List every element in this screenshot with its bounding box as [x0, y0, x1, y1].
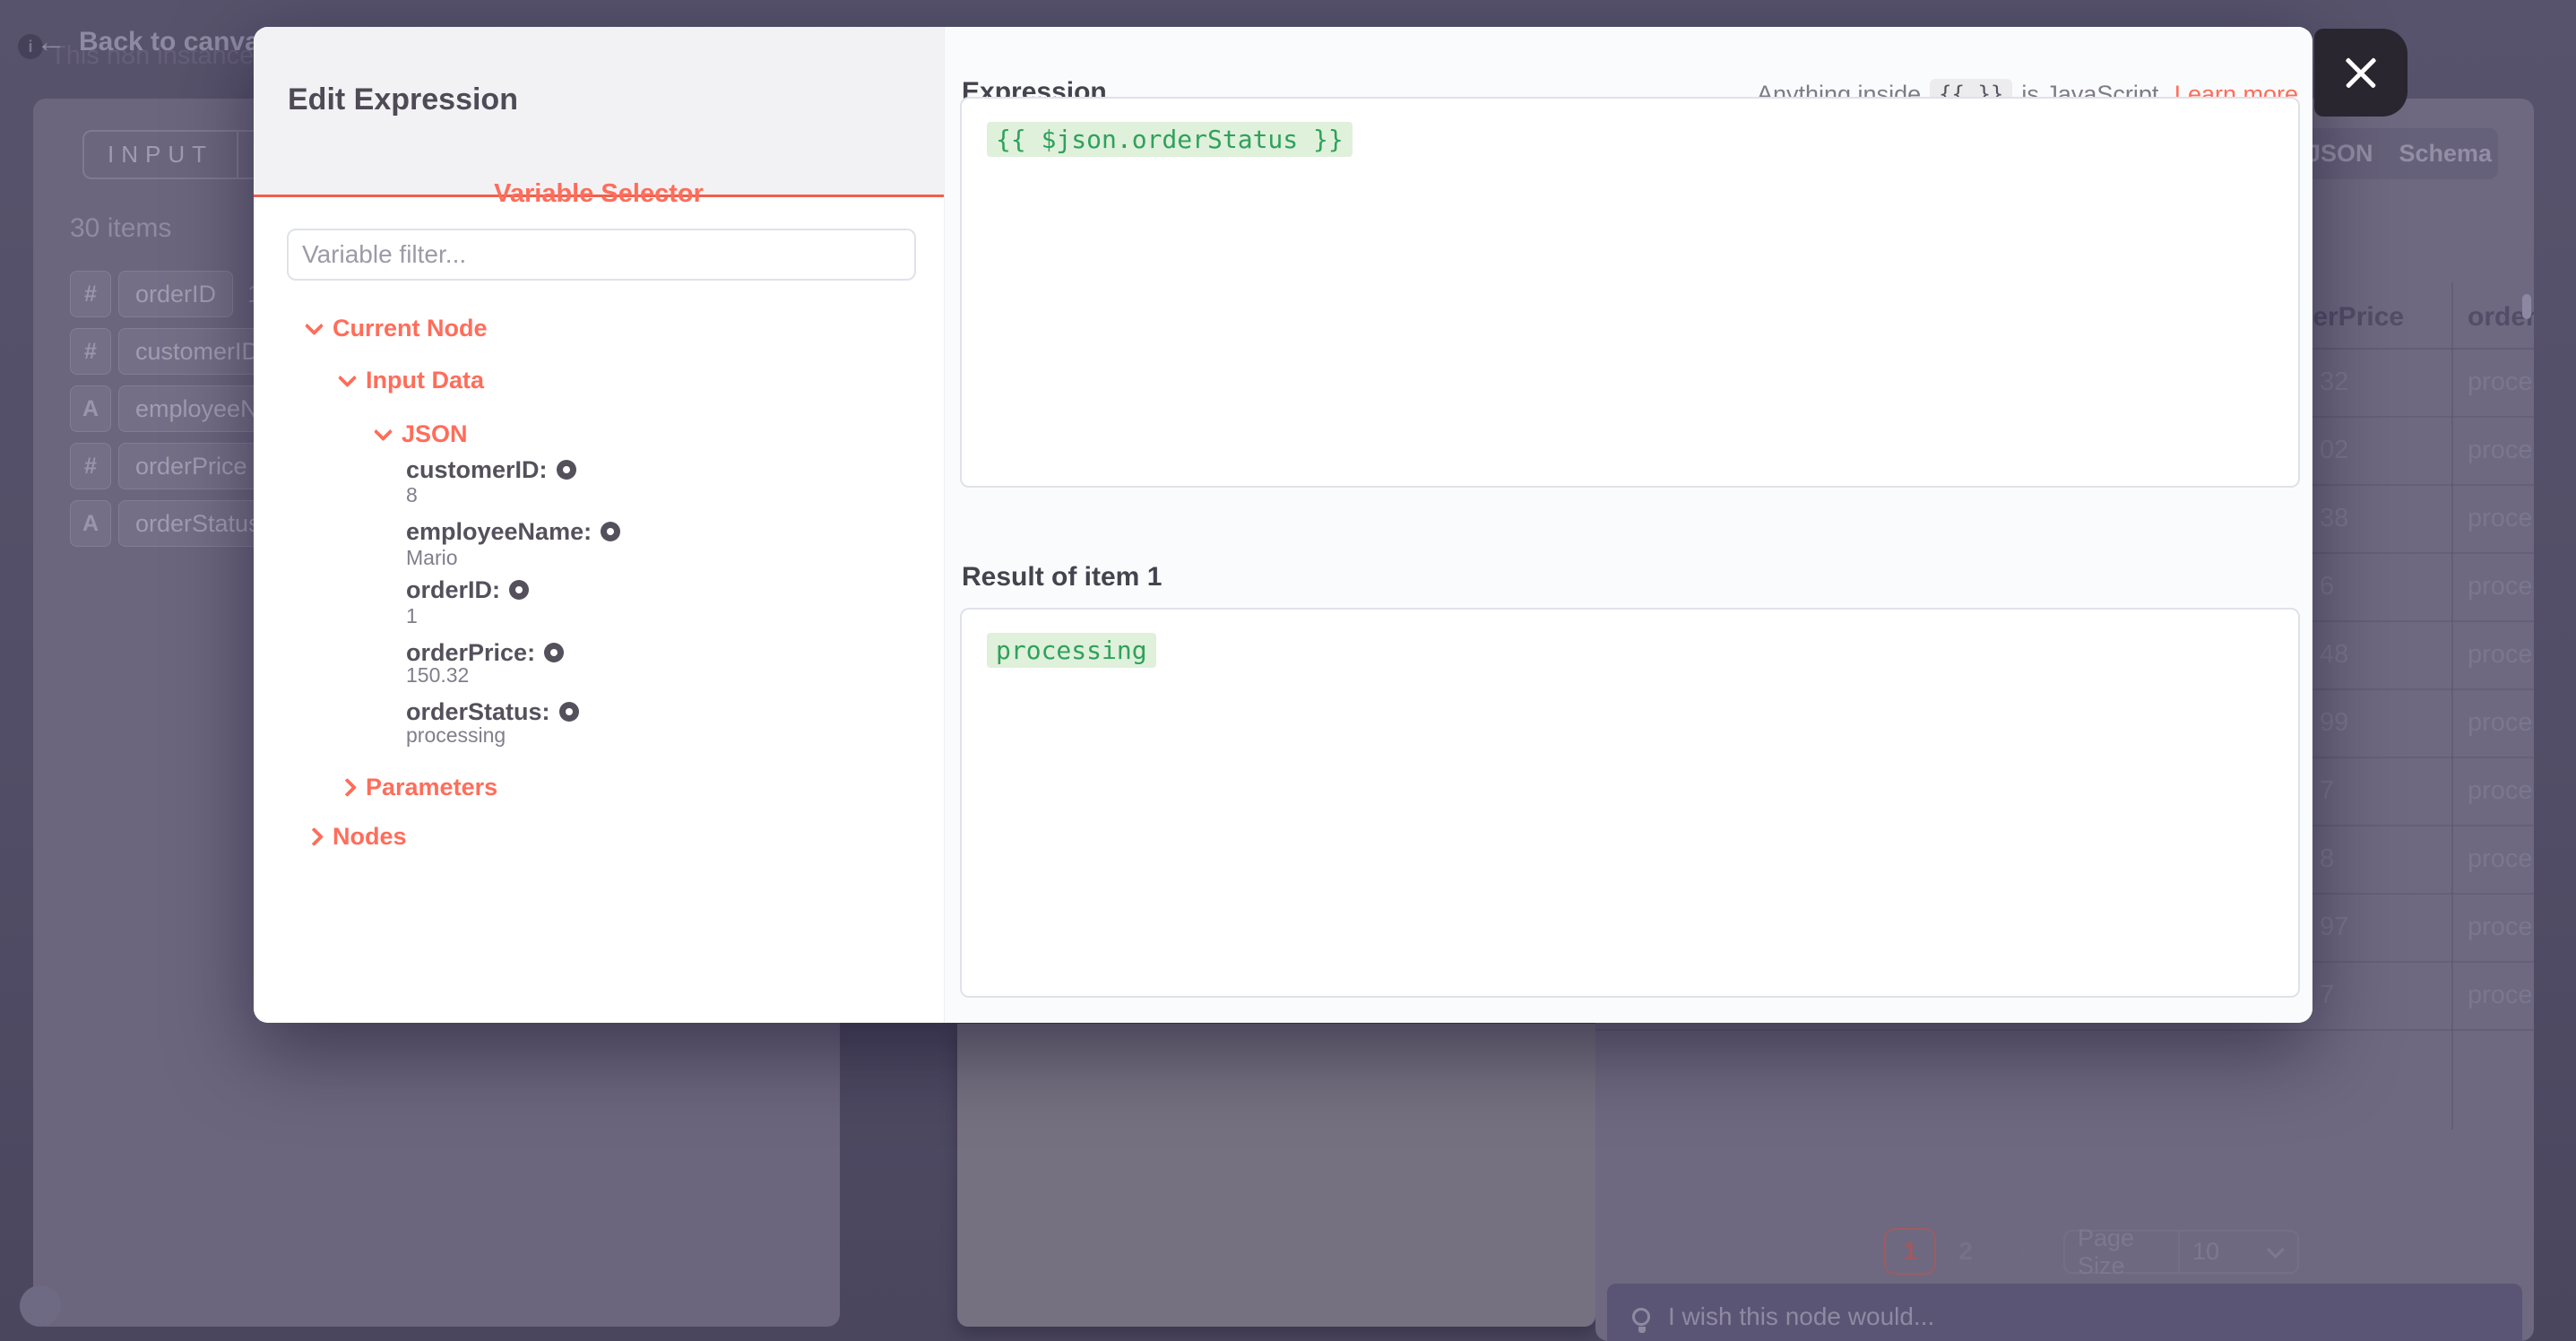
branch-label: JSON [402, 420, 468, 448]
scrollbar-thumb[interactable] [2522, 294, 2531, 319]
var-value: Mario [406, 546, 458, 570]
cell-status: processing [2468, 981, 2534, 1010]
close-icon [2340, 52, 2382, 93]
cell-status: processing [2468, 708, 2534, 738]
chevron-right-icon [338, 777, 357, 796]
output-view-tabs: JSON Schema [2287, 128, 2498, 179]
cell-price: 02 [2320, 436, 2348, 465]
branch-label: Parameters [366, 774, 497, 801]
cell-status: processing [2468, 844, 2534, 874]
var-value: processing [406, 723, 506, 748]
result-viewer: processing [960, 608, 2300, 998]
insert-variable-icon[interactable] [601, 522, 620, 541]
cell-price: 48 [2320, 640, 2348, 670]
variable-selector-panel: Edit Expression Variable Selector Curren… [254, 27, 944, 1023]
page-size-label: Page Size [2065, 1224, 2178, 1280]
insert-variable-icon[interactable] [544, 643, 564, 662]
input-field-row[interactable]: # orderID 1 [70, 271, 261, 317]
chevron-down-icon [338, 368, 357, 387]
feedback-input[interactable]: I wish this node would... [1607, 1284, 2522, 1341]
chevron-down-icon [374, 422, 393, 441]
var-value: 8 [406, 483, 418, 507]
cell-status: processing [2468, 368, 2534, 397]
cell-price: 7 [2320, 981, 2334, 1010]
input-items-count: 30 items [70, 213, 171, 244]
feedback-placeholder: I wish this node would... [1668, 1302, 1934, 1331]
tree-branch-input-data[interactable]: Input Data [341, 366, 484, 394]
branch-label: Input Data [366, 367, 484, 394]
field-name-chip: orderPrice [118, 443, 264, 489]
next-page-icon[interactable] [2007, 1242, 2027, 1262]
back-to-canvas-link[interactable]: ← Back to canvas [36, 27, 274, 57]
string-type-icon: A [70, 385, 111, 432]
branch-label: Nodes [333, 823, 407, 851]
number-type-icon: # [70, 443, 111, 489]
field-name-chip: customerID [118, 328, 276, 375]
result-label: Result of item 1 [962, 562, 1162, 593]
string-type-icon: A [70, 500, 111, 547]
expression-panel: Expression Anything inside {{ }} is Java… [944, 27, 2312, 1023]
cell-price: 99 [2320, 708, 2348, 738]
number-type-icon: # [70, 328, 111, 375]
input-field-row[interactable]: A orderStatus [70, 500, 278, 547]
chevron-down-icon [305, 316, 324, 335]
tree-var-orderstatus[interactable]: orderStatus: [406, 697, 579, 726]
expression-code: {{ $json.orderStatus }} [987, 122, 1353, 157]
tab-variable-selector[interactable]: Variable Selector [254, 179, 944, 209]
canvas-control-button[interactable] [20, 1285, 61, 1327]
cell-price: 8 [2320, 844, 2334, 874]
var-key: customerID: [406, 456, 548, 484]
input-field-row[interactable]: # orderPrice [70, 443, 264, 489]
tree-var-employeename[interactable]: employeeName: [406, 517, 620, 546]
cell-price: 32 [2320, 368, 2348, 397]
page-button-1[interactable]: 1 [1884, 1228, 1936, 1275]
tab-input[interactable]: INPUT [84, 132, 238, 177]
tree-branch-nodes[interactable]: Nodes [307, 822, 407, 851]
var-value: 150.32 [406, 663, 469, 688]
modal-title: Edit Expression [288, 82, 518, 117]
cell-status: processing [2468, 776, 2534, 806]
expression-editor[interactable]: {{ $json.orderStatus }} [960, 97, 2300, 488]
cell-price: 7 [2320, 776, 2334, 806]
cell-status: processing [2468, 640, 2534, 670]
node-settings-panel [957, 1024, 1595, 1327]
tree-branch-current-node[interactable]: Current Node [307, 314, 488, 342]
var-value: 1 [406, 604, 418, 628]
number-type-icon: # [70, 271, 111, 317]
result-value: processing [987, 633, 1156, 668]
tree-branch-json[interactable]: JSON [376, 420, 468, 448]
back-arrow-icon: ← [36, 27, 66, 57]
var-key: orderStatus: [406, 698, 550, 726]
cell-status: processing [2468, 913, 2534, 942]
cell-status: processing [2468, 572, 2534, 601]
lightbulb-icon [1632, 1308, 1650, 1326]
var-key: orderID: [406, 576, 500, 604]
cell-status: processing [2468, 504, 2534, 533]
page-size-value: 10 [2180, 1238, 2267, 1266]
cell-price: 6 [2320, 572, 2334, 601]
insert-variable-icon[interactable] [509, 580, 529, 600]
chevron-right-icon [305, 826, 324, 845]
var-key: orderPrice: [406, 639, 535, 667]
insert-variable-icon[interactable] [559, 702, 579, 722]
var-key: employeeName: [406, 518, 592, 546]
close-modal-button[interactable] [2314, 29, 2407, 117]
chevron-down-icon [2267, 1241, 2285, 1259]
cell-price: 38 [2320, 504, 2348, 533]
page-button-2[interactable]: 2 [1945, 1228, 1986, 1275]
edit-expression-modal: Edit Expression Variable Selector Curren… [254, 27, 2312, 1023]
branch-label: Current Node [333, 315, 488, 342]
field-name-chip: orderID [118, 271, 233, 317]
cell-status: processing [2468, 436, 2534, 465]
back-to-canvas-label: Back to canvas [79, 27, 274, 57]
insert-variable-icon[interactable] [557, 460, 576, 480]
input-field-row[interactable]: # customerID [70, 328, 276, 375]
page-size-select[interactable]: Page Size 10 [2063, 1230, 2299, 1274]
tree-var-orderid[interactable]: orderID: [406, 575, 529, 604]
tree-branch-parameters[interactable]: Parameters [341, 773, 497, 801]
tree-var-customerid[interactable]: customerID: [406, 455, 576, 484]
cell-price: 97 [2320, 913, 2348, 942]
tab-schema[interactable]: Schema [2393, 140, 2499, 168]
variable-filter-input[interactable] [287, 229, 916, 281]
